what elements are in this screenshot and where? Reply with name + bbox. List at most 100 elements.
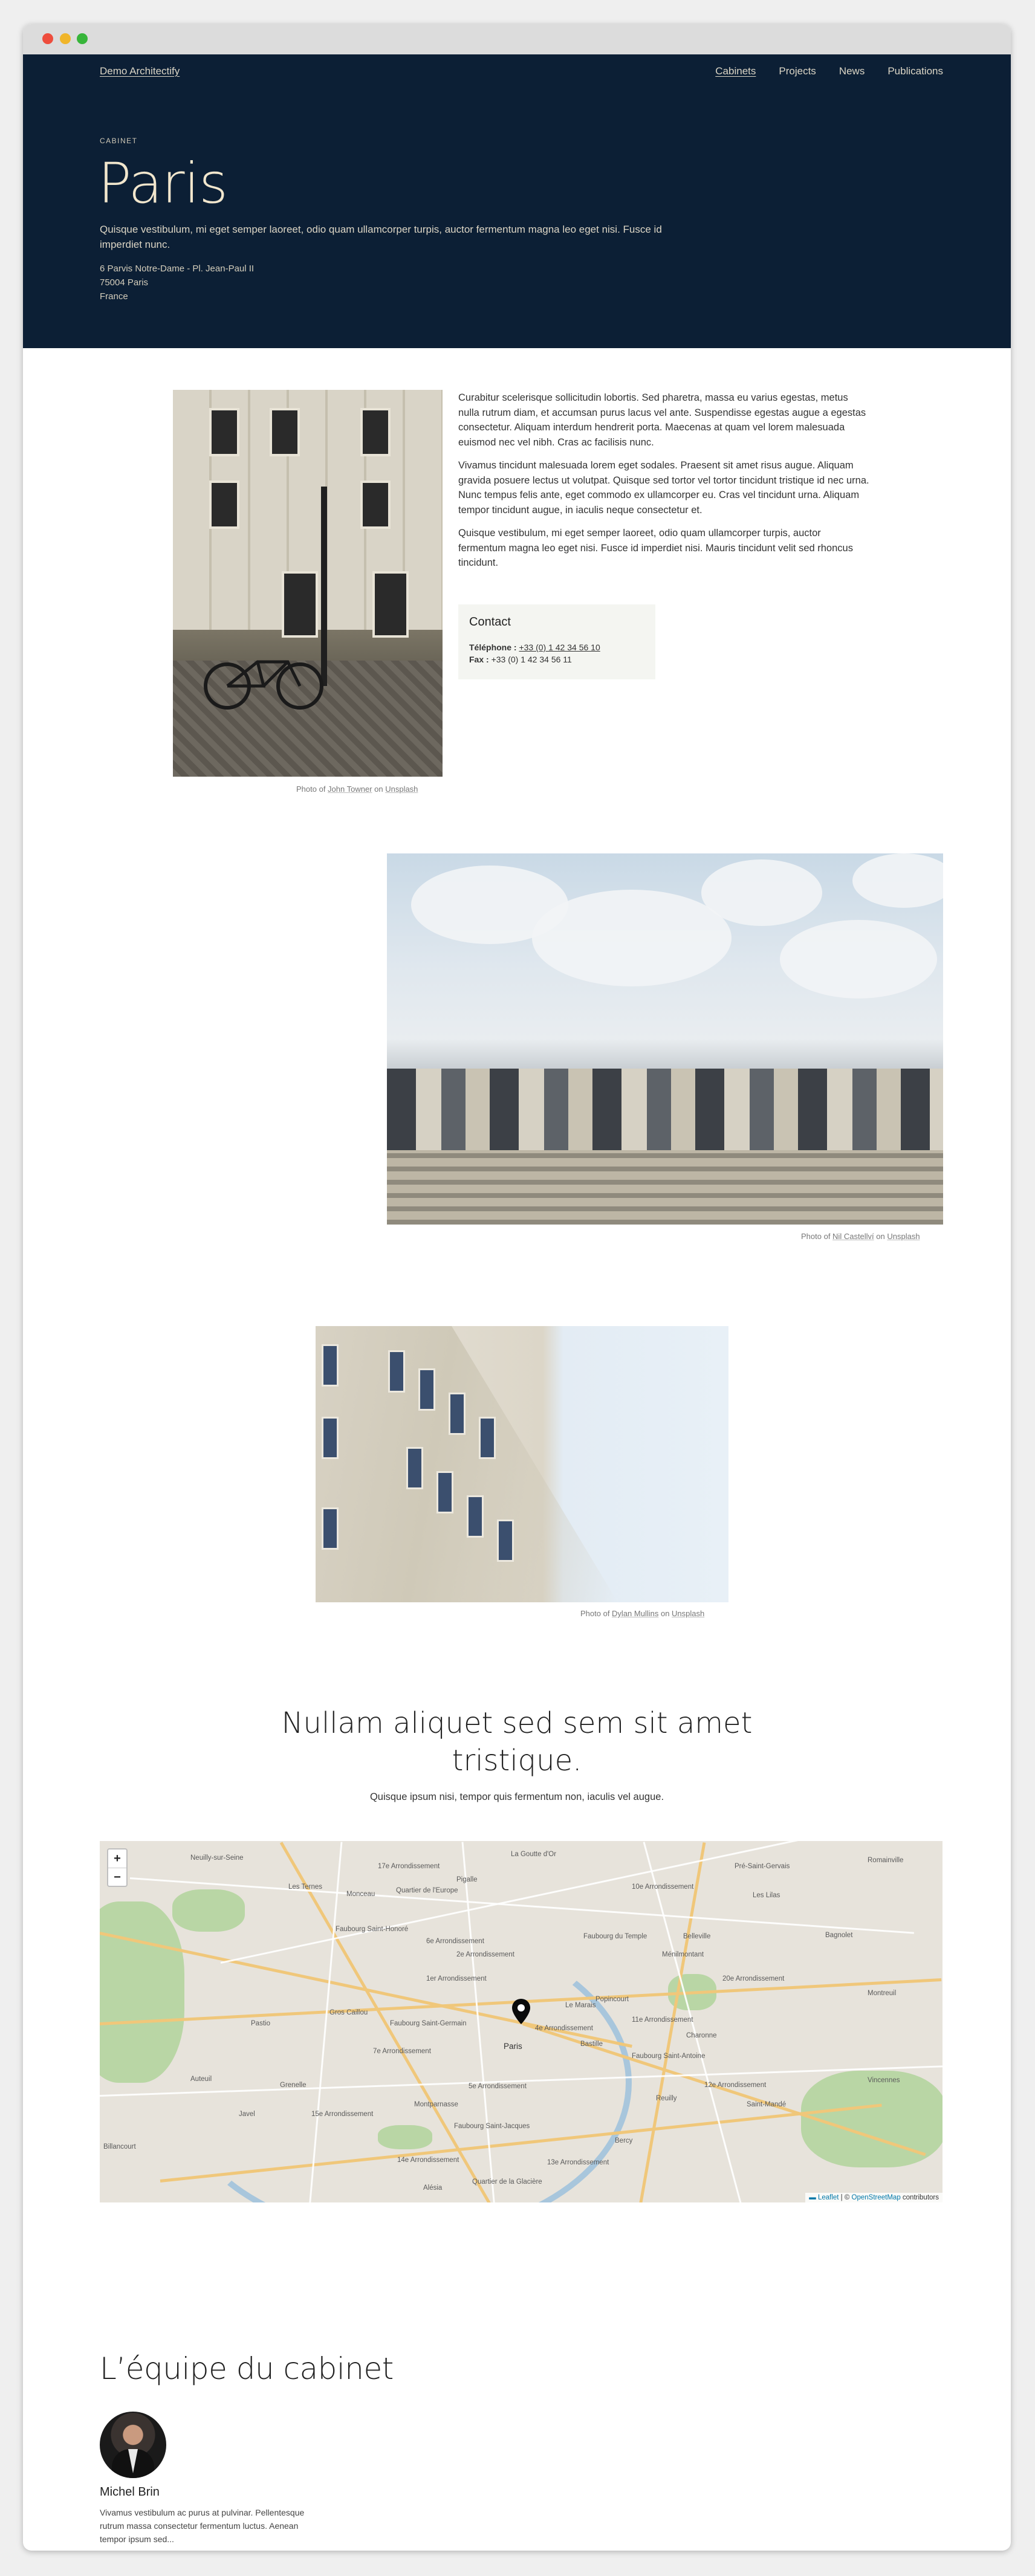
caption-prefix: Photo of (801, 1232, 833, 1241)
map-zoom-control: + − (107, 1848, 128, 1887)
unsplash-link[interactable]: Unsplash (672, 1609, 704, 1618)
map-label: 10e Arrondissement (632, 1883, 694, 1891)
address-line: France (100, 291, 128, 302)
map-label: 15e Arrondissement (311, 2111, 374, 2118)
window-titlebar (23, 24, 1011, 54)
map-label: 5e Arrondissement (469, 2083, 527, 2090)
close-window-icon[interactable] (42, 33, 53, 44)
map-label: La Goutte d'Or (511, 1851, 557, 1858)
caption-prefix: Photo of (580, 1609, 612, 1618)
contact-card: Contact Téléphone : +33 (0) 1 42 34 56 1… (458, 604, 655, 679)
unsplash-link[interactable]: Unsplash (385, 785, 418, 794)
team-member-name[interactable]: Michel Brin (100, 2485, 160, 2499)
phone-label: Téléphone : (469, 642, 517, 652)
intro-paragraph: Quisque vestibulum, mi eget semper laore… (458, 528, 853, 568)
maximize-window-icon[interactable] (77, 33, 88, 44)
map-label: Montreuil (868, 1990, 897, 1997)
photo-paris-facade (316, 1326, 728, 1602)
map-label: Belleville (683, 1933, 711, 1940)
photo-credit-2: Photo of Nil Castellví on Unsplash (801, 1232, 920, 1241)
section-subtitle: Quisque ipsum nisi, tempor quis fermentu… (369, 1791, 664, 1802)
map-label: Quartier de l'Europe (396, 1887, 458, 1894)
map-label: 20e Arrondissement (722, 1975, 785, 1982)
avatar[interactable] (100, 2412, 166, 2478)
caption-prefix: Photo of (296, 785, 328, 794)
zoom-out-button[interactable]: − (108, 1868, 126, 1886)
section-title-line: Nullam aliquet sed sem sit amet (281, 1706, 753, 1740)
address-line: 6 Parvis Notre-Dame - Pl. Jean-Paul II (100, 264, 255, 274)
minimize-window-icon[interactable] (60, 33, 71, 44)
zoom-in-button[interactable]: + (108, 1849, 126, 1868)
photo-credit-1: Photo of John Towner on Unsplash (296, 785, 418, 794)
caption-mid: on (658, 1609, 672, 1618)
intro-paragraph: Vivamus tincidunt malesuada lorem eget s… (458, 460, 869, 516)
map-label: Quartier de la Glacière (472, 2178, 542, 2186)
map-label: Javel (239, 2111, 255, 2118)
park-area (100, 1901, 184, 2083)
attribution-tail: contributors (900, 2194, 939, 2201)
map-label: Pré-Saint-Gervais (735, 1863, 790, 1870)
map-label: Neuilly-sur-Seine (190, 1854, 244, 1862)
brand-link[interactable]: Demo Architectify (100, 65, 180, 77)
location-map[interactable]: Neuilly-sur-Seine 17e Arrondissement La … (100, 1841, 943, 2202)
hero-address: 6 Parvis Notre-Dame - Pl. Jean-Paul II 7… (100, 262, 254, 303)
map-label: Billancourt (103, 2143, 136, 2150)
attribution-separator: | © (839, 2194, 852, 2201)
hero-lead: Quisque vestibulum, mi eget semper laore… (100, 224, 662, 250)
map-label: Faubourg Saint-Antoine (632, 2053, 706, 2060)
map-label: 14e Arrondissement (397, 2157, 459, 2164)
contact-title: Contact (469, 615, 511, 629)
leaflet-link[interactable]: ▬ Leaflet (809, 2194, 839, 2201)
fax-number: +33 (0) 1 42 34 56 11 (491, 655, 572, 664)
fax-line: Fax : +33 (0) 1 42 34 56 11 (469, 653, 644, 665)
map-label: Les Ternes (288, 1883, 323, 1891)
phone-link[interactable]: +33 (0) 1 42 34 56 10 (519, 642, 600, 652)
nav-item-publications[interactable]: Publications (887, 65, 943, 77)
map-label: Pigalle (456, 1876, 478, 1883)
map-label: Gros Caillou (329, 2009, 368, 2016)
page-title: Paris (98, 151, 228, 216)
nav-item-news[interactable]: News (839, 65, 865, 77)
map-label: Vincennes (868, 2077, 900, 2084)
nav-item-projects[interactable]: Projects (779, 65, 816, 77)
map-marker-icon[interactable] (511, 1998, 531, 2025)
map-label: Bagnolet (825, 1932, 853, 1939)
photo-paris-street-bicycle (173, 390, 443, 777)
section-title-line: tristique. (452, 1744, 582, 1778)
caption-mid: on (372, 785, 386, 794)
map-label: 6e Arrondissement (426, 1938, 484, 1945)
map-label: Grenelle (280, 2082, 307, 2089)
map-label: 12e Arrondissement (704, 2082, 767, 2089)
map-label: Bercy (615, 2137, 633, 2144)
photo-credit-3: Photo of Dylan Mullins on Unsplash (580, 1609, 704, 1618)
map-label: Monceau (346, 1891, 375, 1898)
photo-author-link[interactable]: Nil Castellví (832, 1232, 874, 1241)
map-label: Faubourg Saint-Germain (390, 2020, 467, 2027)
map-label: Bastille (580, 2040, 603, 2048)
browser-window: Demo Architectify Cabinets Projects News… (23, 24, 1011, 2551)
address-line: 75004 Paris (100, 277, 149, 288)
photo-author-link[interactable]: John Towner (328, 785, 372, 794)
map-label-paris: Paris (504, 2042, 522, 2051)
team-section-title: L’équipe du cabinet (100, 2351, 394, 2386)
phone-line: Téléphone : +33 (0) 1 42 34 56 10 (469, 641, 644, 653)
photo-paris-rooftops (387, 853, 943, 1225)
unsplash-link[interactable]: Unsplash (887, 1232, 920, 1241)
map-label: 11e Arrondissement (632, 2016, 693, 2024)
map-label: 4e Arrondissement (535, 2025, 593, 2032)
map-label: 7e Arrondissement (373, 2048, 431, 2055)
map-label: Le Marais (565, 2002, 596, 2009)
photo-author-link[interactable]: Dylan Mullins (612, 1609, 658, 1618)
map-label: Alésia (423, 2184, 443, 2192)
nav-item-cabinets[interactable]: Cabinets (715, 65, 756, 77)
osm-link[interactable]: OpenStreetMap (852, 2194, 901, 2201)
map-label: Auteuil (190, 2076, 212, 2083)
team-member-bio: Vivamus vestibulum ac purus at pulvinar.… (100, 2508, 305, 2544)
hero-eyebrow: CABINET (100, 137, 138, 145)
map-label: Pastio (251, 2020, 270, 2027)
hero-section: Demo Architectify Cabinets Projects News… (23, 54, 1011, 348)
bicycle-illustration (204, 660, 323, 710)
map-label: Romainville (868, 1857, 904, 1864)
main-nav: Cabinets Projects News Publications (692, 65, 943, 77)
leaflet-flag-icon: ▬ (809, 2194, 816, 2201)
